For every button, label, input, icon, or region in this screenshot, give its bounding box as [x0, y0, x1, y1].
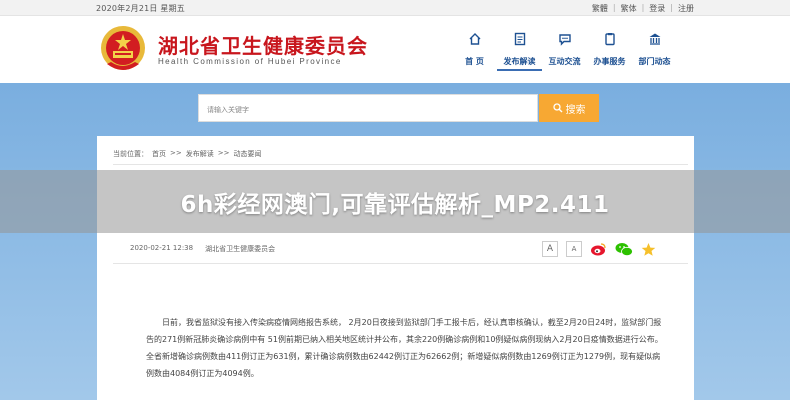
nav-release[interactable]: 发布解读: [497, 32, 542, 71]
search-button-label: 搜索: [565, 104, 586, 116]
national-emblem-icon[interactable]: [99, 24, 147, 76]
divider: [113, 263, 688, 264]
nav-label: 发布解读: [503, 57, 536, 66]
weibo-icon[interactable]: [590, 242, 607, 256]
breadcrumb-sep: >>: [217, 149, 230, 157]
article-paragraph: 日前，我省监狱没有接入传染病疫情网络报告系统， 2月20日夜接到监狱部门手工报卡…: [146, 318, 663, 378]
article-source: 湖北省卫生健康委员会: [205, 245, 276, 253]
breadcrumb-sep: >>: [170, 149, 182, 157]
nav-label: 互动交流: [548, 57, 581, 66]
search-icon: [552, 103, 562, 113]
search-input[interactable]: 请输入关键字: [198, 94, 538, 122]
nav-department[interactable]: 部门动态: [632, 32, 677, 71]
top-links: 繁體 | 繁体 | 登录 | 注册: [592, 3, 694, 14]
nav-label: 部门动态: [638, 57, 671, 66]
nav-label: 首 页: [465, 57, 484, 66]
wechat-icon[interactable]: [615, 242, 633, 257]
home-icon: [469, 33, 480, 45]
site-header: 湖北省卫生健康委员会 Health Commission of Hubei Pr…: [0, 16, 790, 83]
divider: |: [641, 3, 645, 12]
nav-label: 办事服务: [593, 57, 626, 66]
breadcrumb: 当前位置： 首页 >> 发布解读 >> 动态要闻: [113, 149, 261, 159]
breadcrumb-prefix: 当前位置：: [113, 150, 148, 158]
article-meta: 2020-02-21 12:38 湖北省卫生健康委员会: [130, 244, 275, 254]
banner-title: 6h彩经网澳门,可靠评估解析_MP2.411: [180, 191, 610, 218]
divider: [113, 164, 688, 165]
breadcrumb-news[interactable]: 动态要闻: [233, 149, 261, 159]
article-body: 日前，我省监狱没有接入传染病疫情网络报告系统， 2月20日夜接到监狱部门手工报卡…: [146, 314, 666, 382]
publish-datetime: 2020-02-21 12:38: [130, 244, 194, 252]
link-traditional[interactable]: 繁體: [592, 3, 608, 14]
building-icon: [649, 33, 660, 45]
clipboard-icon: [604, 33, 615, 46]
site-subtitle: Health Commission of Hubei Province: [158, 57, 342, 66]
search-button[interactable]: 搜索: [539, 94, 599, 122]
font-smaller-button[interactable]: A: [566, 241, 582, 257]
link-login[interactable]: 登录: [649, 3, 665, 14]
chat-icon: [558, 34, 571, 46]
link-register[interactable]: 注册: [678, 3, 694, 14]
title-banner: 6h彩经网澳门,可靠评估解析_MP2.411: [0, 170, 790, 233]
top-bar: 2020年2月21日 星期五 繁體 | 繁体 | 登录 | 注册: [0, 0, 790, 16]
document-icon: [514, 32, 525, 46]
site-title: 湖北省卫生健康委员会: [158, 34, 368, 58]
link-simplified[interactable]: 繁体: [621, 3, 637, 14]
breadcrumb-home[interactable]: 首页: [152, 149, 166, 159]
font-larger-button[interactable]: A: [542, 241, 558, 257]
divider: |: [612, 3, 616, 12]
nav-interaction[interactable]: 互动交流: [542, 32, 587, 71]
main-nav: 首 页 发布解读 互动交流 办事服务 部门动态: [452, 32, 677, 71]
date-text: 2020年2月21日 星期五: [96, 4, 185, 13]
divider: |: [670, 3, 673, 12]
nav-home[interactable]: 首 页: [452, 32, 497, 71]
nav-services[interactable]: 办事服务: [587, 32, 632, 71]
article-tools: A A: [542, 241, 656, 257]
breadcrumb-release[interactable]: 发布解读: [186, 149, 214, 159]
star-icon[interactable]: [641, 242, 656, 257]
